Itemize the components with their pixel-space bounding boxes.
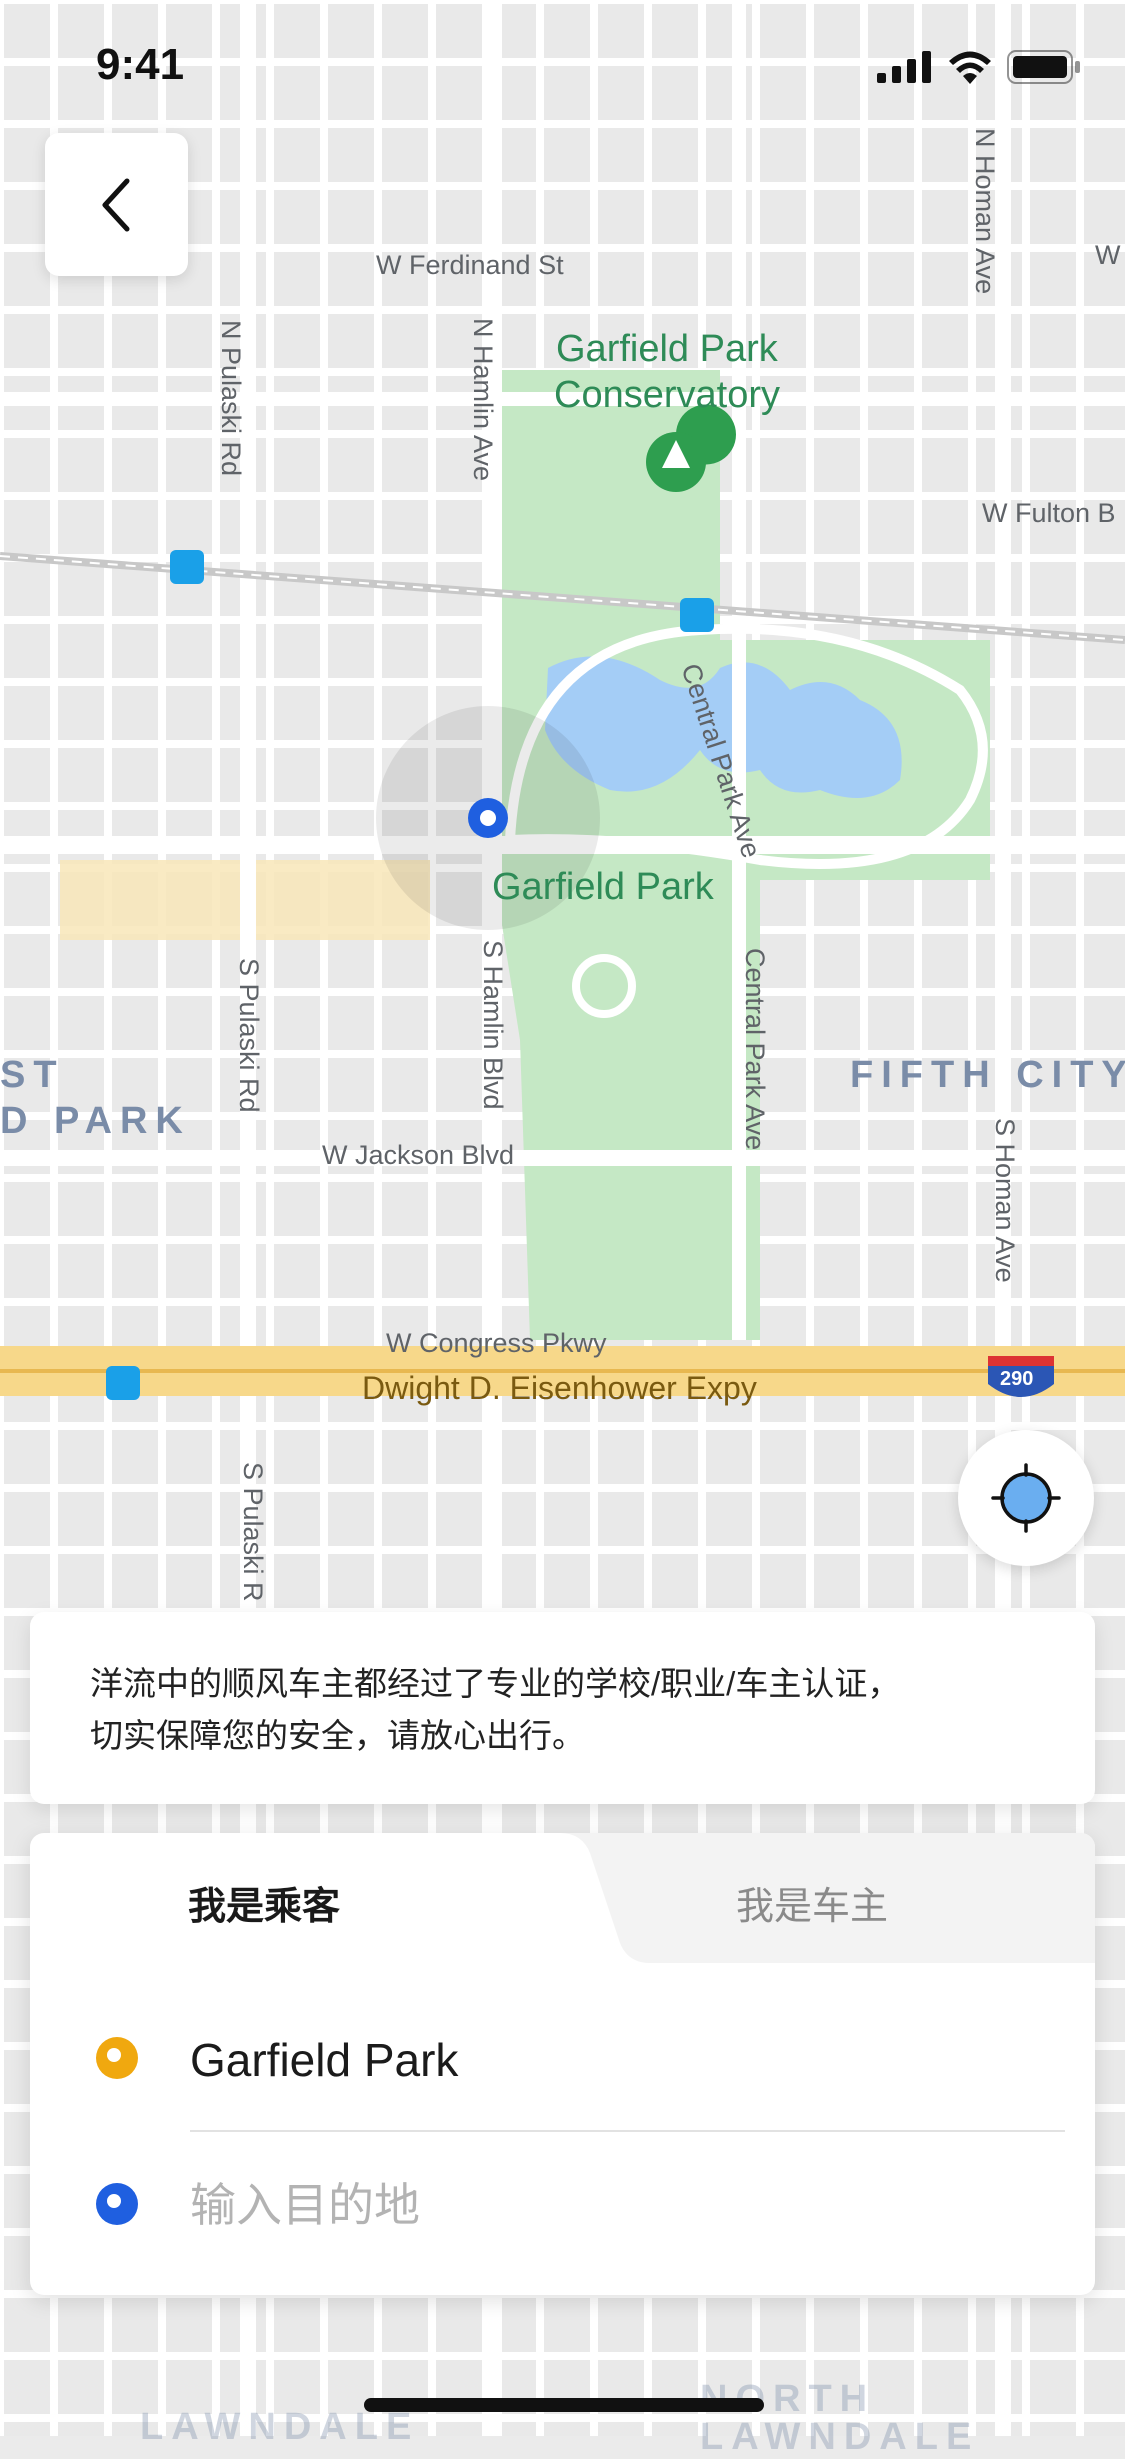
notice-line-1: 洋流中的顺风车主都经过了专业的学校/职业/车主认证， bbox=[90, 1665, 901, 1702]
street-label: S Homan Ave bbox=[990, 1118, 1020, 1283]
locate-me-button[interactable] bbox=[958, 1430, 1094, 1566]
place-label: Conservatory bbox=[554, 374, 780, 416]
origin-dot-icon bbox=[96, 2037, 138, 2079]
district-label: D PARK bbox=[0, 1100, 191, 1142]
safety-notice-card: 洋流中的顺风车主都经过了专业的学校/职业/车主认证， 切实保障您的安全，请放心出… bbox=[30, 1612, 1095, 1804]
back-button[interactable] bbox=[45, 133, 188, 276]
home-indicator[interactable] bbox=[364, 2398, 764, 2412]
place-label: Garfield Park bbox=[556, 328, 778, 370]
chevron-left-icon bbox=[102, 178, 129, 231]
street-label: N Hamlin Ave bbox=[468, 318, 498, 482]
street-label: N Pulaski Rd bbox=[216, 320, 246, 477]
destination-input[interactable] bbox=[190, 2175, 1030, 2235]
district-label: LAWNDALE bbox=[700, 2416, 980, 2458]
destination-row[interactable] bbox=[30, 2131, 1095, 2277]
district-label: FIFTH CITY bbox=[850, 1054, 1125, 1096]
place-label: Garfield Park bbox=[492, 866, 714, 908]
street-label: W Congress Pkwy bbox=[386, 1328, 607, 1358]
district-label: ST bbox=[0, 1054, 65, 1096]
origin-location[interactable]: Garfield Park bbox=[190, 2033, 458, 2087]
booking-panel: 我是乘客 我是车主 Garfield Park bbox=[30, 1833, 1095, 2295]
street-label: S Pulaski Rd bbox=[234, 958, 264, 1113]
battery-icon bbox=[1007, 50, 1080, 84]
street-label: W Ferdinand St bbox=[376, 250, 564, 280]
district-label: LAWNDALE bbox=[140, 2406, 420, 2448]
tab-driver[interactable]: 我是车主 bbox=[736, 1875, 888, 1930]
street-label: W bbox=[1095, 240, 1121, 270]
street-label: N Homan Ave bbox=[970, 128, 1000, 295]
status-icons bbox=[877, 50, 1081, 84]
street-label: W Fulton B bbox=[982, 498, 1116, 528]
street-label: S Pulaski R bbox=[238, 1462, 268, 1602]
origin-row[interactable]: Garfield Park bbox=[30, 1985, 1095, 2131]
role-tabs: 我是乘客 我是车主 bbox=[30, 1833, 1095, 1963]
tab-passenger[interactable]: 我是乘客 bbox=[188, 1875, 340, 1930]
street-label: W Jackson Blvd bbox=[322, 1140, 515, 1170]
street-label: S Hamlin Blvd bbox=[478, 940, 508, 1110]
signal-icon bbox=[877, 51, 931, 83]
street-label: Dwight D. Eisenhower Expy bbox=[362, 1370, 757, 1406]
highway-shield-number: 290 bbox=[1000, 1368, 1034, 1390]
crosshair-icon bbox=[991, 1463, 1061, 1533]
wifi-icon bbox=[949, 51, 991, 84]
status-time: 9:41 bbox=[96, 40, 185, 89]
destination-dot-icon bbox=[96, 2183, 138, 2225]
status-bar: 9:41 bbox=[0, 0, 1125, 132]
street-label: Central Park Ave bbox=[740, 948, 770, 1151]
notice-line-2: 切实保障您的安全，请放心出行。 bbox=[90, 1717, 585, 1754]
